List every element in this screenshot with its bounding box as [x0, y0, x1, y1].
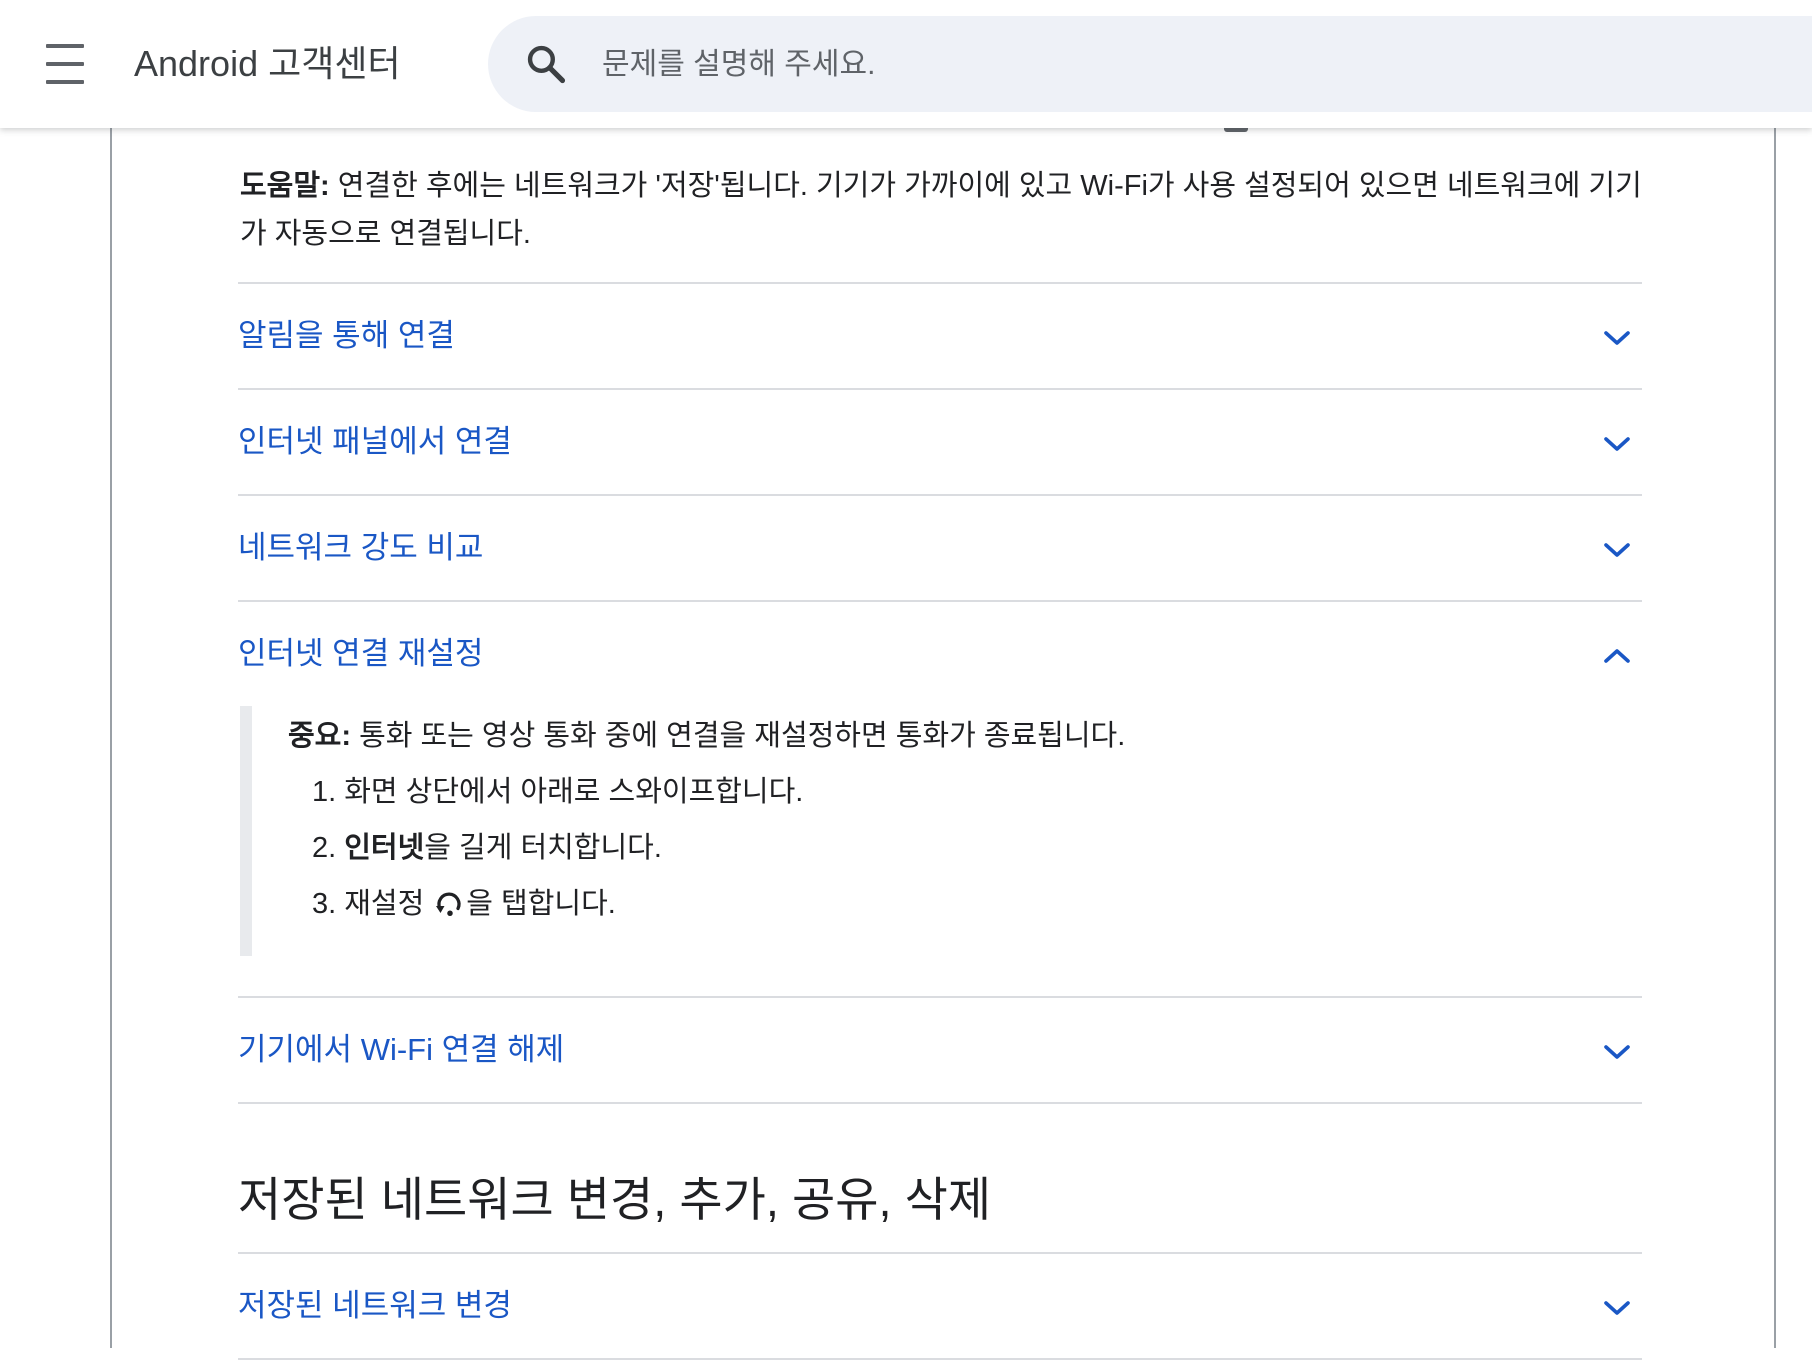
accordion-panel-reset: 중요: 통화 또는 영상 통화 중에 연결을 재설정하면 통화가 종료됩니다. …	[240, 706, 1642, 956]
accordion-connect-notification[interactable]: 알림을 통해 연결	[238, 284, 1642, 388]
reset-icon	[436, 892, 461, 916]
accordion-label: 네트워크 강도 비교	[238, 530, 484, 565]
step-2-prefix: 2.	[312, 832, 345, 864]
chevron-down-icon	[1604, 1301, 1630, 1315]
accordion-connect-internet-panel[interactable]: 인터넷 패널에서 연결	[238, 390, 1642, 494]
step-3-suffix: 을 탭합니다.	[466, 888, 616, 920]
step-3-prefix: 3. 재설정	[312, 888, 425, 920]
tip-note: 도움말: 연결한 후에는 네트워크가 '저장'됩니다. 기기가 가까이에 있고 …	[240, 162, 1642, 258]
step-1: 1. 화면 상단에서 아래로 스와이프합니다.	[312, 776, 804, 808]
accordion-label: 인터넷 연결 재설정	[238, 636, 484, 671]
accordion-compare-strength[interactable]: 네트워크 강도 비교	[238, 496, 1642, 600]
top-app-bar: Android 고객센터	[0, 0, 1812, 128]
search-input[interactable]	[600, 40, 1704, 90]
accordion-disconnect-wifi[interactable]: 기기에서 Wi-Fi 연결 해제	[238, 998, 1642, 1102]
tip-text: 연결한 후에는 네트워크가 '저장'됩니다. 기기가 가까이에 있고 Wi-Fi…	[240, 170, 1642, 250]
chevron-up-icon	[1604, 649, 1630, 663]
chevron-down-icon	[1604, 1045, 1630, 1059]
divider	[238, 1102, 1642, 1104]
important-note: 중요: 통화 또는 영상 통화 중에 연결을 재설정하면 통화가 종료됩니다.	[288, 716, 1642, 756]
chevron-down-icon	[1604, 543, 1630, 557]
step-2-suffix: 을 길게 터치합니다.	[424, 832, 662, 864]
important-label: 중요:	[288, 720, 352, 752]
step-2-bold: 인터넷	[344, 832, 425, 864]
accordion-label: 인터넷 패널에서 연결	[238, 424, 512, 459]
menu-icon[interactable]	[46, 44, 98, 84]
search-bar[interactable]	[488, 16, 1812, 112]
search-icon[interactable]	[524, 42, 568, 86]
step-3: 3. 재설정 을 탭합니다.	[312, 884, 1642, 924]
important-text: 통화 또는 영상 통화 중에 연결을 재설정하면 통화가 종료됩니다.	[351, 720, 1126, 752]
accordion-change-saved-network[interactable]: 저장된 네트워크 변경	[238, 1254, 1642, 1358]
accordion-label: 저장된 네트워크 변경	[238, 1288, 512, 1323]
accordion-label: 기기에서 Wi-Fi 연결 해제	[238, 1032, 565, 1067]
article-body: 도움말: 연결한 후에는 네트워크가 '저장'됩니다. 기기가 가까이에 있고 …	[238, 128, 1642, 1360]
chevron-down-icon	[1604, 331, 1630, 345]
step-2: 2. 인터넷을 길게 터치합니다.	[312, 828, 1642, 868]
section-title: 저장된 네트워크 변경, 추가, 공유, 삭제	[238, 1173, 992, 1226]
accordion-reset-connection[interactable]: 인터넷 연결 재설정	[238, 602, 1642, 706]
tip-label: 도움말:	[240, 170, 330, 202]
chevron-down-icon	[1604, 437, 1630, 451]
accordion-label: 알림을 통해 연결	[238, 318, 455, 353]
app-title[interactable]: Android 고객센터	[134, 40, 401, 88]
